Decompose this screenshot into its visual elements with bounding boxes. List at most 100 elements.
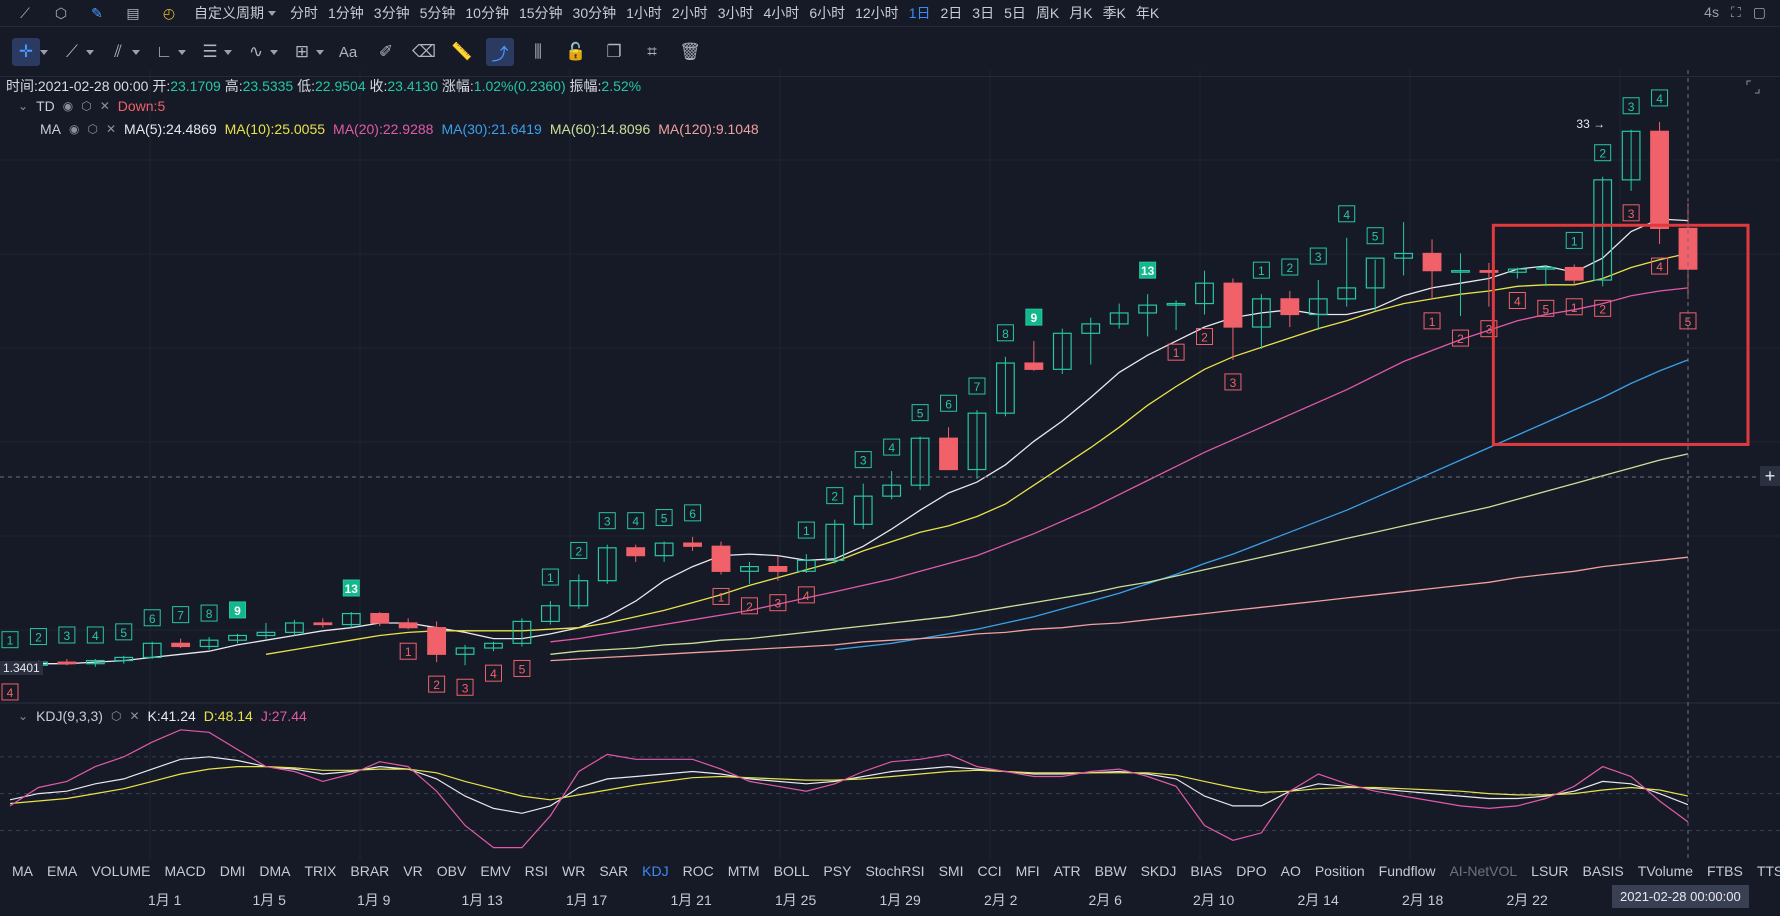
price-chart[interactable]: 1 2 3 4 56 7 8 913123 4 5 612345678913 1 2345 1234412…: [0, 70, 1780, 860]
indicator-tab[interactable]: BOLL: [774, 863, 810, 879]
indicator-tab[interactable]: StochRSI: [865, 863, 924, 879]
candle[interactable]: [1138, 294, 1158, 337]
indicator-tab[interactable]: SAR: [599, 863, 628, 879]
indicator-tab[interactable]: OBV: [437, 863, 467, 879]
candle[interactable]: [796, 554, 816, 573]
indicator-tab[interactable]: EMA: [47, 863, 77, 879]
indicator-tab[interactable]: ATR: [1054, 863, 1081, 879]
indicator-tab[interactable]: WR: [562, 863, 585, 879]
indicator-tab[interactable]: TTSI: [1757, 863, 1780, 879]
candle[interactable]: [199, 637, 219, 650]
period-9[interactable]: 3小时: [718, 3, 754, 23]
crosshair-dropdown-chevron-icon[interactable]: [36, 45, 48, 60]
candle[interactable]: [996, 356, 1015, 417]
indicator-tab[interactable]: TVolume: [1638, 863, 1693, 879]
candle[interactable]: [626, 544, 646, 562]
candle[interactable]: [1081, 317, 1101, 365]
candle[interactable]: [512, 618, 532, 647]
highlight-rectangle[interactable]: [1491, 223, 1750, 446]
period-4[interactable]: 10分钟: [465, 3, 509, 23]
candle[interactable]: [1308, 280, 1328, 331]
indicator-tab[interactable]: Position: [1315, 863, 1365, 879]
candle[interactable]: [910, 436, 930, 490]
indicator-tab[interactable]: MACD: [164, 863, 205, 879]
indicator-tab[interactable]: PSY: [823, 863, 851, 879]
candle[interactable]: [1195, 270, 1214, 315]
screenshot-icon[interactable]: ⌗: [638, 38, 666, 66]
candle[interactable]: [1166, 300, 1186, 331]
candle[interactable]: [1593, 176, 1613, 287]
period-6[interactable]: 30分钟: [573, 3, 617, 23]
eraser-icon[interactable]: ⌫: [410, 38, 438, 66]
indicator-tab[interactable]: ROC: [683, 863, 714, 879]
indicator-tab[interactable]: DPO: [1236, 863, 1266, 879]
indicator-tab[interactable]: SKDJ: [1141, 863, 1177, 879]
indicator-tab[interactable]: VOLUME: [91, 863, 150, 879]
candle[interactable]: [1507, 267, 1527, 279]
indicator-tab[interactable]: LSUR: [1531, 863, 1568, 879]
period-16[interactable]: 5日: [1004, 3, 1026, 23]
period-19[interactable]: 季K: [1103, 3, 1126, 23]
candle[interactable]: [1365, 257, 1385, 312]
close-icon[interactable]: ✕: [106, 122, 116, 136]
ruler-icon[interactable]: 📏: [448, 38, 476, 66]
period-12[interactable]: 12小时: [855, 3, 899, 23]
candle[interactable]: [1052, 328, 1072, 375]
period-3[interactable]: 5分钟: [420, 3, 456, 23]
candle[interactable]: [1109, 303, 1129, 329]
candle[interactable]: [256, 622, 276, 639]
period-10[interactable]: 4小时: [764, 3, 800, 23]
candle[interactable]: [853, 483, 873, 530]
indicator-tab[interactable]: EMV: [480, 863, 510, 879]
indicator-tab[interactable]: MA: [12, 863, 33, 879]
indicator-tab[interactable]: Fundflow: [1379, 863, 1436, 879]
fullscreen-icon[interactable]: ⛶: [1731, 4, 1741, 21]
indicator-tab[interactable]: DMA: [259, 863, 290, 879]
indicator-tab[interactable]: MFI: [1016, 863, 1040, 879]
period-14[interactable]: 2日: [940, 3, 962, 23]
candle[interactable]: [597, 544, 617, 584]
candle[interactable]: [341, 612, 361, 628]
indicator-tab[interactable]: AI-NetVOL: [1449, 863, 1517, 879]
period-13[interactable]: 1日: [909, 3, 931, 23]
close-icon[interactable]: ✕: [100, 99, 110, 113]
delete-icon[interactable]: 🗑: [676, 38, 704, 66]
candle[interactable]: [825, 519, 845, 564]
candle[interactable]: [427, 621, 447, 663]
period-1[interactable]: 1分钟: [328, 3, 364, 23]
candle[interactable]: [1024, 341, 1044, 371]
collapse-chevron-icon[interactable]: ⌄: [18, 709, 28, 723]
candle[interactable]: [284, 619, 304, 636]
period-15[interactable]: 3日: [972, 3, 994, 23]
period-18[interactable]: 月K: [1069, 3, 1092, 23]
period-5[interactable]: 15分钟: [519, 3, 563, 23]
candle-select-icon[interactable]: ⫼: [524, 38, 552, 66]
indicator-tab[interactable]: BBW: [1095, 863, 1127, 879]
horizontal-lines-dropdown-chevron-icon[interactable]: [220, 45, 232, 60]
wave-dropdown-chevron-icon[interactable]: [266, 45, 278, 60]
period-20[interactable]: 年K: [1136, 3, 1159, 23]
candle[interactable]: [228, 633, 247, 644]
indicator-tab[interactable]: TRIX: [305, 863, 337, 879]
magnet-draw-icon[interactable]: ⤴: [486, 38, 514, 66]
indicator-tab[interactable]: DMI: [220, 863, 246, 879]
candle[interactable]: [1479, 262, 1499, 307]
refresh-interval[interactable]: 4s: [1704, 4, 1719, 21]
indicator-tab[interactable]: BRAR: [350, 863, 389, 879]
gear-icon[interactable]: ⬡: [87, 122, 97, 136]
trend-line-dropdown-chevron-icon[interactable]: [82, 45, 94, 60]
indicator-tab[interactable]: KDJ: [642, 863, 668, 879]
gear-icon[interactable]: ⬡: [81, 99, 91, 113]
fibonacci-dropdown-chevron-icon[interactable]: [128, 45, 140, 60]
copy-icon[interactable]: ❐: [600, 38, 628, 66]
candle[interactable]: [1251, 294, 1271, 349]
eye-icon[interactable]: ◉: [69, 122, 79, 136]
period-8[interactable]: 2小时: [672, 3, 708, 23]
pencil-icon[interactable]: ✎: [86, 2, 108, 24]
hexagon-settings-icon[interactable]: ⬡: [50, 2, 72, 24]
period-2[interactable]: 3分钟: [374, 3, 410, 23]
indicator-tab[interactable]: FTBS: [1707, 863, 1743, 879]
candle[interactable]: [654, 541, 674, 562]
eye-icon[interactable]: ◉: [63, 99, 73, 113]
period-17[interactable]: 周K: [1036, 3, 1059, 23]
